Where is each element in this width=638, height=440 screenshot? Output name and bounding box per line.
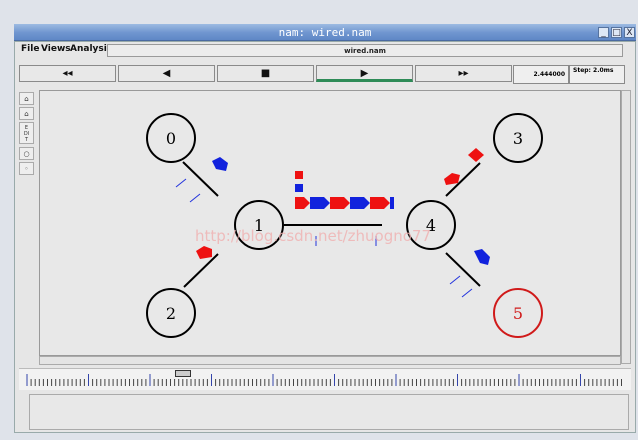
close-icon[interactable]: X xyxy=(624,27,635,38)
packet-red xyxy=(330,197,350,209)
time-display: 2.444000 xyxy=(513,65,569,84)
maximize-icon[interactable]: □ xyxy=(611,27,622,38)
queue-mark xyxy=(175,178,187,188)
edit-button[interactable]: EDIT xyxy=(19,122,34,144)
stop-button[interactable]: ■ xyxy=(217,65,314,82)
vertical-scrollbar[interactable] xyxy=(621,90,631,364)
fast-forward-button[interactable]: ▸▸ xyxy=(415,65,512,82)
network-diagram: 0 1 2 3 4 5 http://blog.csdn.net/zhuogno… xyxy=(146,113,543,338)
packet-blue xyxy=(390,197,394,209)
watermark-text: http://blog.csdn.net/zhuogno77 xyxy=(195,227,431,245)
network-canvas[interactable]: 0 1 2 3 4 5 http://blog.csdn.net/zhuogno… xyxy=(39,90,621,356)
link-2-1 xyxy=(183,253,219,288)
timeline-slider[interactable] xyxy=(175,370,191,377)
link-0-1 xyxy=(182,161,219,197)
node-3: 3 xyxy=(493,113,543,163)
timeline-ticks xyxy=(26,374,622,386)
queue-mark xyxy=(449,275,461,285)
packet-blue xyxy=(212,157,228,171)
packet-red xyxy=(196,246,212,259)
zoom-out-icon[interactable]: ⌂ xyxy=(19,107,34,120)
step-control[interactable]: Step: 2.0ms xyxy=(569,65,625,84)
packet-blue xyxy=(474,249,490,265)
menu-file[interactable]: File xyxy=(21,44,39,54)
window-title: nam: wired.nam xyxy=(278,26,372,39)
node-2: 2 xyxy=(146,288,196,338)
packet-red xyxy=(295,197,310,209)
packet-red xyxy=(295,171,303,179)
menu-views[interactable]: Views xyxy=(41,44,71,54)
node-label: 5 xyxy=(513,304,523,323)
packet-blue xyxy=(295,184,303,192)
horizontal-scrollbar[interactable] xyxy=(39,356,621,365)
annotation-panel[interactable] xyxy=(29,394,629,430)
nam-window: File Views Analysis wired.nam ◂◂ ◀ ■ ▶ ▸… xyxy=(14,41,636,433)
link-4-5 xyxy=(445,252,481,287)
queue-mark xyxy=(461,288,473,298)
edit-label: EDIT xyxy=(23,125,30,143)
timeline-ruler[interactable] xyxy=(19,368,631,390)
circle-tool-icon[interactable]: ○ xyxy=(19,147,34,160)
menu-bar: File Views Analysis wired.nam xyxy=(15,42,635,59)
queue-mark xyxy=(189,193,201,203)
step-back-button[interactable]: ◀ xyxy=(118,65,215,82)
packet-red xyxy=(468,148,484,162)
node-5: 5 xyxy=(493,288,543,338)
minimize-icon[interactable]: _ xyxy=(598,27,609,38)
menu-analysis[interactable]: Analysis xyxy=(70,44,112,54)
node-0: 0 xyxy=(146,113,196,163)
rewind-button[interactable]: ◂◂ xyxy=(19,65,116,82)
packet-red xyxy=(444,173,460,185)
play-button[interactable]: ▶ xyxy=(316,65,413,82)
packet-blue xyxy=(310,197,330,209)
node-label: 2 xyxy=(166,304,176,323)
node-label: 0 xyxy=(166,129,176,148)
step-label: Step: 2.0ms xyxy=(573,67,614,74)
file-name-label: wired.nam xyxy=(107,44,623,57)
node-label: 3 xyxy=(513,129,523,148)
tool-strip: ⌂ ⌂ EDIT ○ ◦ xyxy=(19,92,35,176)
dot-tool-icon[interactable]: ◦ xyxy=(19,162,34,175)
title-bar: nam: wired.nam _ □ X xyxy=(14,24,636,41)
packet-red xyxy=(370,197,390,209)
zoom-in-icon[interactable]: ⌂ xyxy=(19,92,34,105)
packet-blue xyxy=(350,197,370,209)
